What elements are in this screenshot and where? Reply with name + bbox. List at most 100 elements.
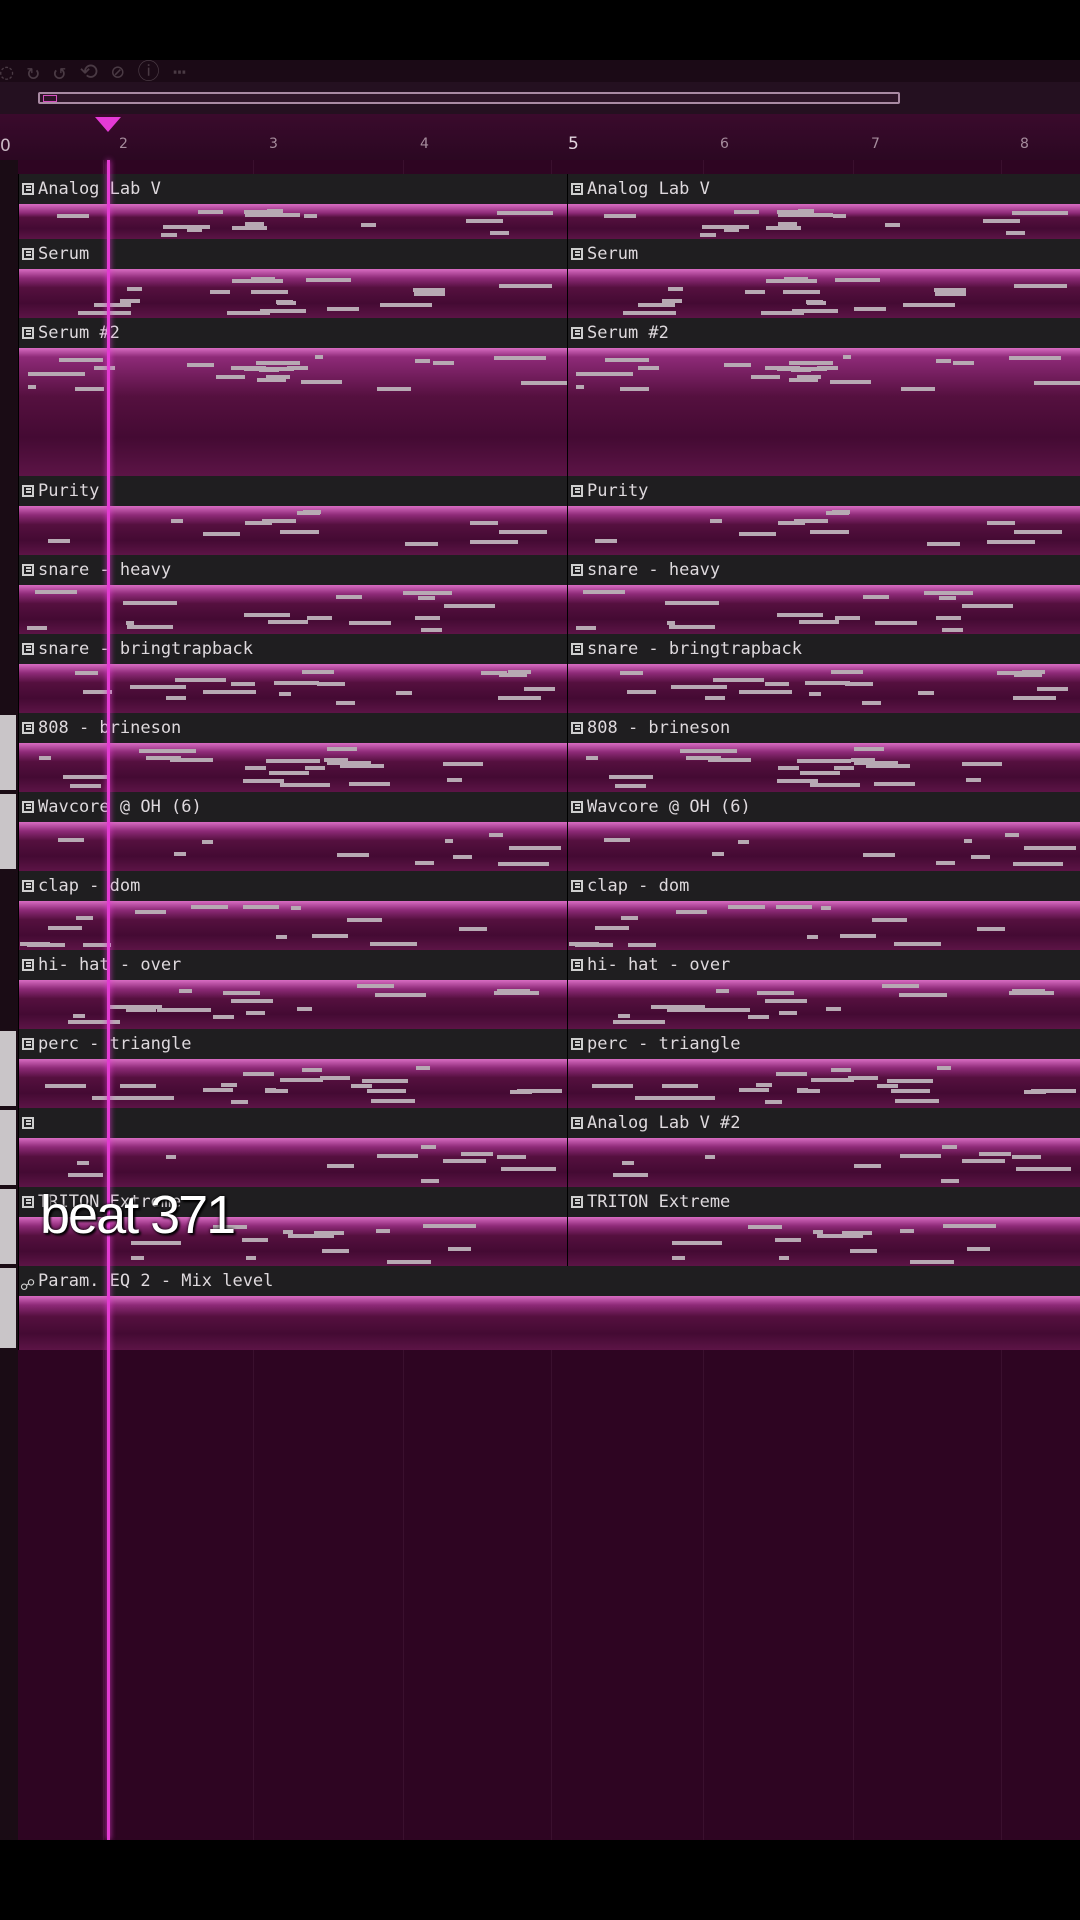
clip-header[interactable]: snare - bringtrapback bbox=[568, 634, 1080, 664]
clip-header[interactable]: Purity bbox=[568, 476, 1080, 506]
midi-note bbox=[245, 213, 300, 217]
track-resize-grip[interactable] bbox=[0, 794, 16, 869]
midi-note bbox=[807, 301, 826, 305]
midi-note bbox=[108, 1005, 162, 1009]
clip-header[interactable]: snare - heavy bbox=[568, 555, 1080, 585]
bottom-black-bar bbox=[0, 1840, 1080, 1920]
pattern-clip[interactable]: Serum #2 bbox=[567, 318, 1080, 476]
midi-note bbox=[139, 749, 196, 753]
clip-header[interactable]: 808 - brineson bbox=[19, 713, 567, 743]
clip-header[interactable]: Analog Lab V bbox=[568, 174, 1080, 204]
clip-notes-area bbox=[19, 348, 567, 476]
pattern-clip[interactable]: snare - bringtrapback bbox=[567, 634, 1080, 713]
midi-note bbox=[221, 1083, 237, 1087]
pattern-clip[interactable]: clap - dom bbox=[18, 871, 567, 950]
horizontal-scrollbar[interactable] bbox=[38, 92, 900, 104]
piano-roll-icon bbox=[22, 183, 34, 195]
pattern-clip[interactable]: 808 - brineson bbox=[18, 713, 567, 792]
clip-header[interactable]: Wavcore @ OH (6) bbox=[568, 792, 1080, 822]
clip-header[interactable]: Analog Lab V bbox=[19, 174, 567, 204]
midi-note bbox=[1012, 211, 1068, 215]
track-resize-grip[interactable] bbox=[0, 1268, 16, 1348]
pattern-clip[interactable]: Serum bbox=[567, 239, 1080, 318]
clip-header[interactable]: snare - heavy bbox=[19, 555, 567, 585]
timeline-ruler[interactable]: 0 2 3 4 5 6 7 8 bbox=[0, 114, 1080, 160]
pattern-clip[interactable]: snare - heavy bbox=[567, 555, 1080, 634]
midi-note bbox=[414, 292, 445, 296]
midi-note bbox=[799, 620, 839, 624]
midi-note bbox=[748, 1225, 782, 1229]
pattern-clip[interactable]: Wavcore @ OH (6) bbox=[18, 792, 567, 871]
playhead-marker-icon[interactable] bbox=[95, 117, 121, 132]
piano-roll-icon bbox=[571, 183, 583, 195]
playlist-track-area[interactable]: Analog Lab V Analog Lab V Serum Serum Serum … bbox=[18, 160, 1080, 1840]
clip-header[interactable]: snare - bringtrapback bbox=[19, 634, 567, 664]
clip-header[interactable]: Serum bbox=[19, 239, 567, 269]
midi-note bbox=[895, 1099, 939, 1103]
pattern-clip[interactable]: Purity bbox=[18, 476, 567, 555]
pattern-clip[interactable]: snare - bringtrapback bbox=[18, 634, 567, 713]
midi-note bbox=[497, 211, 553, 215]
clip-label: Analog Lab V bbox=[587, 179, 710, 199]
clip-header[interactable]: Serum bbox=[568, 239, 1080, 269]
clip-header[interactable]: Serum #2 bbox=[568, 318, 1080, 348]
scrollbar-thumb[interactable] bbox=[43, 95, 57, 102]
clip-label: Serum bbox=[38, 244, 90, 264]
pattern-clip[interactable]: Analog Lab V #2 bbox=[567, 1108, 1080, 1187]
midi-note bbox=[942, 1145, 957, 1149]
midi-note bbox=[738, 840, 749, 844]
track-resize-grip[interactable] bbox=[0, 715, 16, 790]
pattern-clip[interactable]: Purity bbox=[567, 476, 1080, 555]
midi-note bbox=[900, 1154, 941, 1158]
pattern-clip[interactable]: snare - heavy bbox=[18, 555, 567, 634]
midi-note bbox=[627, 690, 656, 694]
clip-header[interactable]: Serum #2 bbox=[19, 318, 567, 348]
midi-note bbox=[357, 984, 394, 988]
clip-header[interactable]: clap - dom bbox=[568, 871, 1080, 901]
midi-note bbox=[821, 906, 831, 910]
pattern-clip[interactable]: hi- hat - over bbox=[567, 950, 1080, 1029]
piano-roll-icon bbox=[571, 959, 583, 971]
pattern-clip[interactable]: Analog Lab V bbox=[567, 174, 1080, 239]
track-resize-grip[interactable] bbox=[0, 1189, 16, 1264]
midi-note bbox=[57, 214, 89, 218]
midi-note bbox=[251, 290, 288, 294]
pattern-clip[interactable]: clap - dom bbox=[567, 871, 1080, 950]
track-resize-grip[interactable] bbox=[0, 1110, 16, 1185]
clip-notes-area bbox=[19, 664, 567, 713]
midi-note bbox=[494, 356, 546, 360]
clip-notes-area bbox=[568, 1138, 1080, 1187]
track-resize-grip[interactable] bbox=[0, 1031, 16, 1106]
piano-roll-icon bbox=[22, 564, 34, 576]
pattern-clip[interactable]: Wavcore @ OH (6) bbox=[567, 792, 1080, 871]
pattern-clip[interactable]: TRITON Extreme bbox=[567, 1187, 1080, 1266]
clip-header[interactable]: Param. EQ 2 - Mix level bbox=[19, 1266, 1080, 1300]
clip-header[interactable]: hi- hat - over bbox=[19, 950, 567, 980]
clip-header[interactable]: Analog Lab V #2 bbox=[568, 1108, 1080, 1138]
pattern-clip[interactable]: 808 - brineson bbox=[567, 713, 1080, 792]
clip-header[interactable]: 808 - brineson bbox=[568, 713, 1080, 743]
pattern-clip[interactable]: perc - triangle bbox=[18, 1029, 567, 1108]
midi-note bbox=[320, 1076, 350, 1080]
clip-header[interactable]: TRITON Extreme bbox=[568, 1187, 1080, 1217]
midi-note bbox=[489, 833, 503, 837]
midi-note bbox=[851, 758, 875, 762]
clip-header[interactable]: Purity bbox=[19, 476, 567, 506]
clip-header[interactable]: Wavcore @ OH (6) bbox=[19, 792, 567, 822]
clip-header[interactable]: hi- hat - over bbox=[568, 950, 1080, 980]
pattern-clip[interactable]: Serum bbox=[18, 239, 567, 318]
pattern-clip[interactable] bbox=[18, 1108, 567, 1187]
clip-header[interactable] bbox=[19, 1108, 567, 1138]
midi-note bbox=[894, 942, 941, 946]
clip-header[interactable]: perc - triangle bbox=[568, 1029, 1080, 1059]
clip-header[interactable]: clap - dom bbox=[19, 871, 567, 901]
clip-header[interactable]: perc - triangle bbox=[19, 1029, 567, 1059]
clip-notes-area bbox=[568, 1217, 1080, 1266]
midi-note bbox=[842, 1231, 872, 1235]
pattern-clip[interactable]: perc - triangle bbox=[567, 1029, 1080, 1108]
pattern-clip[interactable]: hi- hat - over bbox=[18, 950, 567, 1029]
pattern-clip[interactable]: Param. EQ 2 - Mix level bbox=[18, 1266, 1080, 1350]
piano-roll-icon bbox=[22, 643, 34, 655]
pattern-clip[interactable]: Serum #2 bbox=[18, 318, 567, 476]
pattern-clip[interactable]: Analog Lab V bbox=[18, 174, 567, 239]
